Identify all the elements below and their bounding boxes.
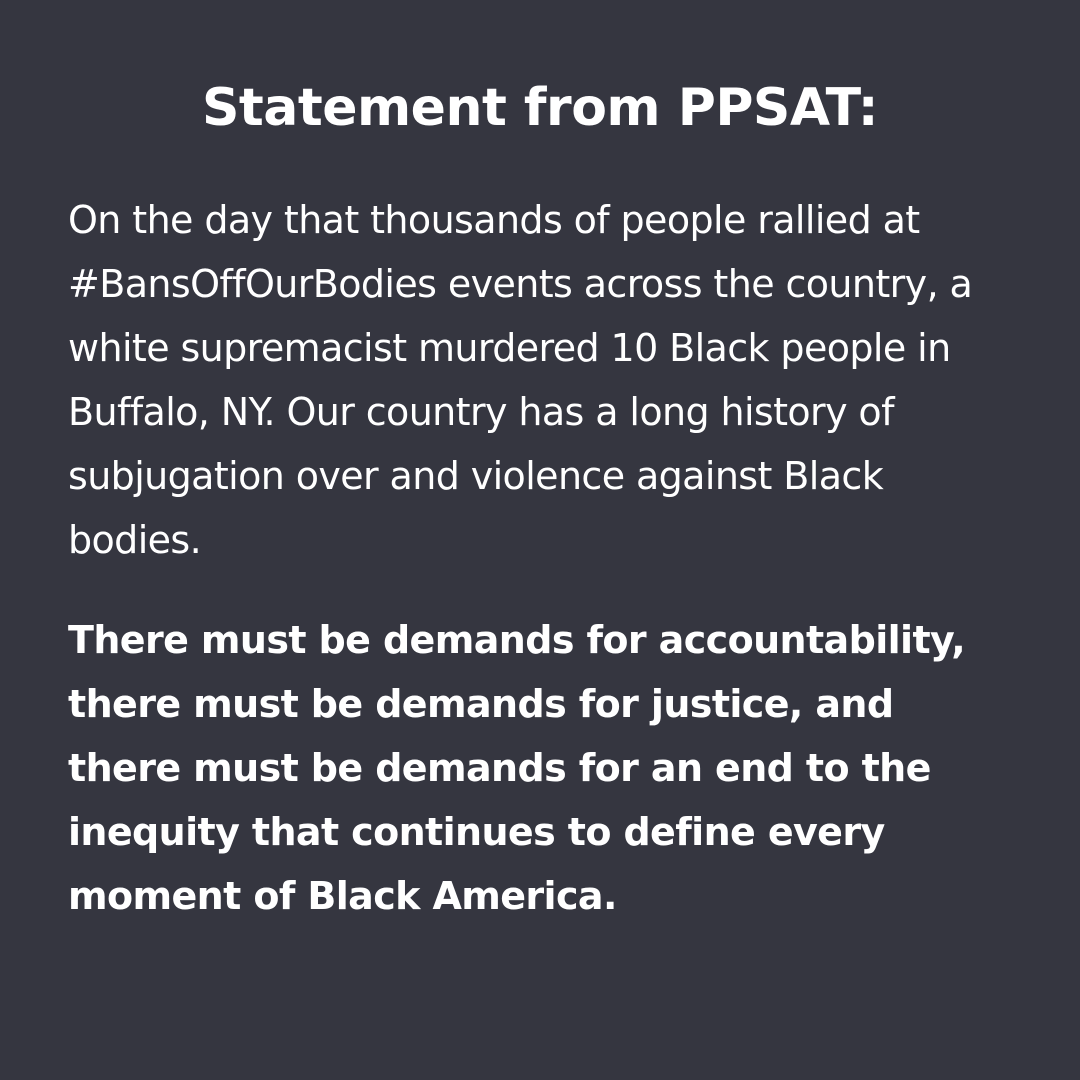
statement-title: Statement from PPSAT: [201, 78, 879, 138]
statement-paragraph-context: On the day that thousands of people rall… [68, 198, 973, 562]
statement-card: Statement from PPSAT: On the day that th… [0, 0, 1080, 1080]
statement-paragraph-demands: There must be demands for accountability… [68, 618, 966, 918]
